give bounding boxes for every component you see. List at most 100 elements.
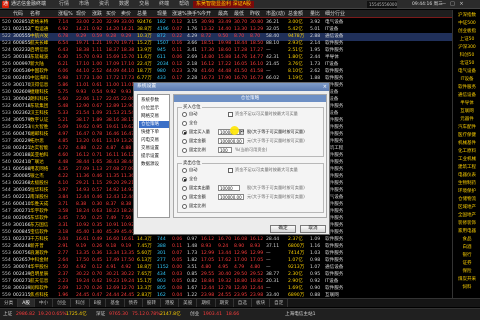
sector-item[interactable]: 沪深300 — [453, 44, 480, 52]
minimize-icon[interactable]: — — [440, 1, 447, 8]
promo-banner[interactable]: 东吴智能显盈利 深证A股 — [193, 1, 255, 8]
sector-item[interactable]: 全国地产 — [453, 212, 480, 220]
menu-item-market[interactable]: 市场 — [74, 0, 94, 9]
menu-item-help[interactable]: 帮助 — [174, 0, 194, 9]
menu-item-quote[interactable]: 行情 — [54, 0, 74, 9]
sector-item[interactable]: 中证500 — [453, 20, 480, 28]
market-tab[interactable]: 基金 — [106, 299, 125, 307]
market-tab[interactable]: 债券 — [125, 299, 143, 307]
sector-item[interactable]: 半导体 — [453, 100, 480, 108]
buy-full-radio[interactable] — [182, 121, 187, 126]
column-header-volume-ratio[interactable]: 量比 — [310, 10, 320, 18]
sector-item[interactable]: 医疗保健 — [453, 132, 480, 140]
sector-item[interactable]: 机械基件 — [453, 140, 480, 148]
column-header-last-volume[interactable]: 现量 — [157, 10, 167, 18]
sector-item[interactable]: 北证50 — [453, 60, 480, 68]
column-header-bid-price[interactable]: 买价 — [106, 10, 116, 18]
sell-fixed-amt-radio[interactable] — [182, 195, 187, 200]
nav-item-data-source[interactable]: 数据源设 — [139, 161, 169, 168]
nav-item-flash-trade[interactable]: 闪电交易 — [139, 137, 169, 144]
sell-qty-input[interactable] — [218, 185, 240, 191]
nav-item-alerts[interactable]: 提示设置 — [139, 153, 169, 160]
buy-pct-input[interactable] — [218, 147, 232, 153]
sell-full-radio[interactable] — [182, 177, 187, 182]
column-header-prev-close[interactable]: 昨收 — [250, 10, 260, 18]
buy-fixed-pct-radio[interactable] — [182, 148, 187, 153]
sector-item[interactable]: 家用电器 — [453, 228, 480, 236]
nav-item-trade-settings[interactable]: 交易设置 — [139, 145, 169, 152]
server-status[interactable]: 上海电信主站1 — [285, 309, 316, 320]
nav-item-system[interactable]: 系统参数 — [139, 97, 169, 104]
sector-item[interactable]: 饲料 — [453, 284, 480, 292]
cy-index-label[interactable]: 创业 — [190, 309, 199, 320]
nav-item-position[interactable]: 仓位策略 — [139, 121, 169, 128]
sell-auto-radio[interactable] — [182, 168, 187, 173]
market-tab[interactable]: 期权 — [197, 299, 216, 307]
sz-index-label[interactable]: 深证 — [96, 309, 105, 320]
sector-item[interactable]: 证券 — [453, 260, 480, 268]
sector-item[interactable]: 银行 — [453, 252, 480, 260]
cancel-button[interactable]: 取消 — [300, 225, 326, 233]
column-header-high-price[interactable]: 最高 — [218, 10, 228, 18]
column-header-stock-code[interactable]: 代码 — [13, 10, 23, 18]
buy-fixed-qty-radio[interactable] — [182, 130, 187, 135]
column-header-change-pct[interactable]: 涨幅% — [58, 10, 73, 18]
sector-item[interactable]: 食品 — [453, 236, 480, 244]
buy-auto-radio[interactable] — [182, 112, 187, 117]
sector-item[interactable]: 电气设备 — [453, 68, 480, 76]
column-header-stock-name[interactable]: 名称 — [30, 10, 40, 18]
sector-item[interactable]: 建筑工程 — [453, 164, 480, 172]
menu-item-trade[interactable]: 交易 — [134, 0, 154, 9]
sector-item[interactable]: IT设备 — [453, 76, 480, 84]
column-header-low-price[interactable]: 最低 — [234, 10, 244, 18]
sector-item[interactable]: 装修装饰 — [453, 220, 480, 228]
column-header-turnover[interactable]: 换手% — [187, 10, 202, 18]
sector-item[interactable]: 环境保护 — [453, 188, 480, 196]
nav-item-grid-trade[interactable]: 网格交易 — [139, 113, 169, 120]
column-header-last-price[interactable]: 现价 — [76, 10, 86, 18]
account-field[interactable]: 15545556000 — [367, 1, 397, 8]
sector-item[interactable]: 通信设备 — [453, 92, 480, 100]
market-tab[interactable]: 美股 — [179, 299, 198, 307]
sector-item[interactable]: 沪深指数 — [453, 12, 480, 20]
column-header-open-price[interactable]: 今开 — [201, 10, 211, 18]
sell-amt-input[interactable] — [218, 194, 244, 200]
sector-item[interactable]: 工业机械 — [453, 156, 480, 164]
column-header-industry[interactable]: 细分行业 — [325, 10, 345, 18]
column-header-change[interactable]: 涨跌 — [92, 10, 102, 18]
sector-item[interactable]: 白酒 — [453, 244, 480, 252]
menu-item-news[interactable]: 资讯 — [94, 0, 114, 9]
market-tab[interactable]: A股 — [18, 299, 35, 307]
sector-item[interactable]: 软件服务 — [453, 84, 480, 92]
sector-item[interactable]: 保险 — [453, 268, 480, 276]
maximize-icon[interactable]: □ — [449, 1, 456, 8]
sell-max-checkbox[interactable] — [228, 168, 233, 173]
market-tab[interactable]: 自选 — [234, 299, 252, 307]
dialog-close-icon[interactable]: × — [323, 83, 327, 91]
buy-qty-stepper[interactable]: ▴▾ — [240, 129, 244, 135]
market-tab[interactable]: 港股 — [161, 299, 180, 307]
buy-max-checkbox[interactable] — [228, 112, 233, 117]
market-tab[interactable]: B股 — [90, 299, 107, 307]
sector-item[interactable]: 仓储物流 — [453, 196, 480, 204]
sector-item[interactable]: 科创50 — [453, 52, 480, 60]
sell-fixed-pct-radio[interactable] — [182, 204, 187, 209]
column-header-amount[interactable]: 总金额 — [288, 10, 303, 18]
sector-item[interactable]: 电器仪表 — [453, 172, 480, 180]
column-header-ask-price[interactable]: 卖价 — [121, 10, 131, 18]
nav-item-quick-order[interactable]: 快捷下单 — [139, 129, 169, 136]
column-header-speed[interactable]: 涨速% — [172, 10, 187, 18]
column-header-volume[interactable]: 总量 — [137, 10, 147, 18]
market-tab[interactable]: 期货 — [216, 299, 234, 307]
buy-fixed-amt-radio[interactable] — [182, 139, 187, 144]
buy-amt-input[interactable] — [218, 138, 244, 144]
sh-index-label[interactable]: 上证 — [3, 309, 12, 320]
sector-item[interactable]: 汽车配件 — [453, 124, 480, 132]
market-tab[interactable]: 自定 — [270, 299, 289, 307]
sector-item[interactable]: 创业板指 — [453, 28, 480, 36]
market-tab[interactable]: 板块 — [252, 299, 271, 307]
market-tab[interactable]: 创业 — [53, 299, 72, 307]
market-tab[interactable]: 科创 — [71, 299, 90, 307]
ok-button[interactable]: 确定 — [270, 225, 296, 233]
menu-item-data[interactable]: 数据 — [114, 0, 134, 9]
